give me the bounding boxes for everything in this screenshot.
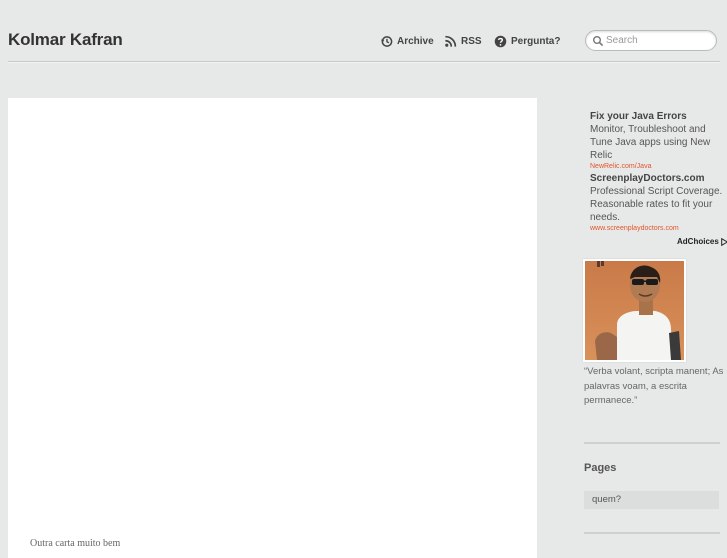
page-link-quem[interactable]: quem? <box>584 491 719 509</box>
search-input[interactable] <box>606 32 710 48</box>
nav-archive-link[interactable]: Archive <box>380 34 434 48</box>
ad-body: Monitor, Troubleshoot and Tune Java apps… <box>590 124 711 161</box>
post-text: Outra carta muito bem <box>30 538 121 549</box>
ad-block[interactable]: ScreenplayDoctors.com Professional Scrip… <box>590 172 727 234</box>
adchoices-link[interactable]: AdChoices <box>677 237 727 246</box>
search-box[interactable] <box>585 30 717 51</box>
nav-pergunta-label: Pergunta? <box>511 35 561 47</box>
ad-block[interactable]: Fix your Java Errors Monitor, Troublesho… <box>590 110 727 172</box>
nav-archive-label: Archive <box>397 35 434 47</box>
rss-icon <box>445 35 457 47</box>
ad-title[interactable]: ScreenplayDoctors.com <box>590 172 727 185</box>
post-content: Outra carta muito bem <box>8 98 537 558</box>
sidebar-divider <box>584 532 720 534</box>
search-icon <box>593 36 604 47</box>
adchoices-triangle-icon <box>720 237 727 246</box>
sidebar-divider <box>584 442 720 444</box>
question-mark-icon <box>494 35 507 47</box>
adchoices-label: AdChoices <box>677 237 719 246</box>
header-divider <box>8 61 720 63</box>
nav-rss-link[interactable]: RSS <box>444 34 482 48</box>
avatar-photo <box>585 261 684 360</box>
ad-url[interactable]: NewRelic.com/Java <box>590 162 727 172</box>
sidebar-quote: “Verba volant, scripta manent; As palavr… <box>584 366 724 406</box>
ad-url[interactable]: www.screenplaydoctors.com <box>590 224 727 234</box>
history-clock-icon <box>380 35 393 47</box>
ad-body: Professional Script Coverage. Reasonable… <box>590 186 723 223</box>
avatar <box>583 259 686 362</box>
nav-pergunta-link[interactable]: Pergunta? <box>494 34 560 48</box>
site-title[interactable]: Kolmar Kafran <box>8 30 123 50</box>
pages-heading: Pages <box>584 462 617 474</box>
nav-rss-label: RSS <box>461 35 482 47</box>
ad-title[interactable]: Fix your Java Errors <box>590 110 727 123</box>
